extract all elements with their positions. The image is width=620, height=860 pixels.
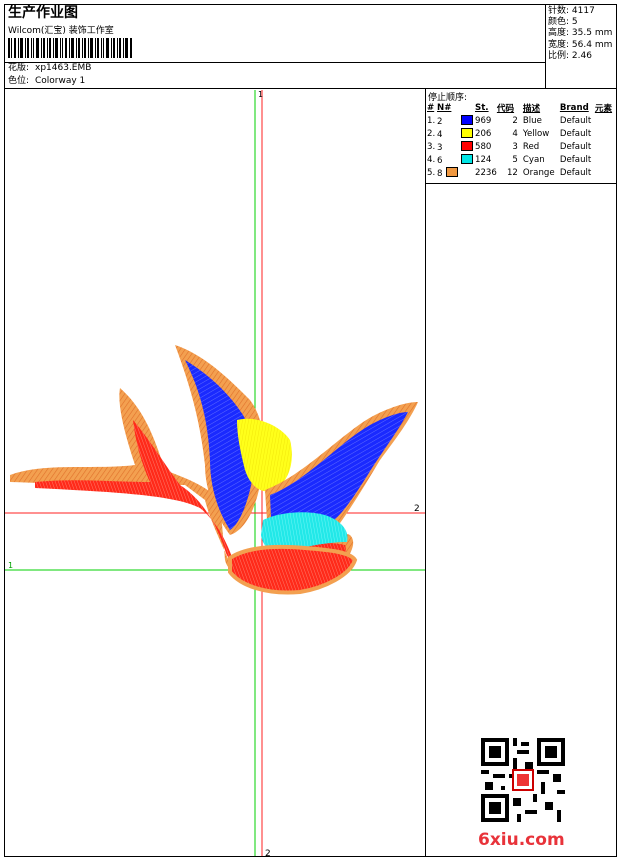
qr-code [481, 738, 565, 822]
barcode [8, 38, 132, 58]
stat-height: 高度: 35.5 mm [548, 28, 613, 39]
stat-stitches: 针数: 4117 [548, 6, 595, 16]
embroidery-design-canvas: 1 2 1 2 [5, 90, 425, 856]
bird-head-red [228, 544, 358, 595]
bird-right-wing-blue [270, 412, 408, 528]
thread-row: 1. 2 969 2 Blue Default [427, 114, 592, 127]
marker-bottom-v: 2 [265, 849, 271, 856]
col-stitches: St. [475, 102, 489, 113]
watermark-logo: 6xiu.com [478, 830, 565, 850]
thread-row: 4. 6 124 5 Cyan Default [427, 153, 592, 166]
color-swatch-blue [461, 114, 474, 125]
color-swatch-orange [446, 166, 459, 177]
col-code: 代码 [496, 103, 515, 114]
col-element: 元素 [594, 103, 613, 114]
pattern-value: xp1463.EMB [35, 63, 92, 73]
col-index: # [427, 102, 435, 113]
stats-panel: 针数: 4117 颜色: 5 高度: 35.5 mm 宽度: 56.4 mm 比… [548, 6, 612, 62]
col-needle: N# [437, 102, 452, 113]
page-title: 生产作业图 [8, 5, 78, 21]
stat-colors: 颜色: 5 [548, 17, 578, 28]
col-description: 描述 [522, 103, 541, 114]
stat-scale: 比例: 2.46 [548, 50, 592, 61]
marker-right-h: 2 [414, 504, 420, 514]
color-swatch-cyan [461, 153, 474, 164]
thread-row: 5. 8 2236 12 Orange Default [427, 166, 592, 179]
stats-divider [545, 4, 546, 88]
thread-row: 3. 3 580 3 Red Default [427, 140, 592, 153]
colorway-value: Colorway 1 [35, 76, 86, 86]
marker-top-v: 1 [258, 90, 263, 99]
design-panel-divider [425, 88, 426, 857]
color-swatch-red [461, 140, 474, 151]
stat-width: 宽度: 56.4 mm [548, 39, 613, 50]
thread-row: 2. 4 206 4 Yellow Default [427, 127, 592, 140]
header-bottom-border [4, 88, 617, 89]
studio-name: Wilcom(汇宝) 装饰工作室 [8, 26, 114, 36]
thread-table: # N# St. 代码 描述 Brand 元素 1. 2 969 2 Blue … [427, 101, 612, 179]
colorway-label: 色位: [8, 76, 30, 86]
thread-table-bottom [425, 183, 617, 184]
color-swatch-yellow [461, 127, 474, 138]
marker-left-h: 1 [8, 561, 13, 570]
col-brand: Brand [559, 102, 589, 113]
pattern-label: 花版: [8, 63, 30, 73]
